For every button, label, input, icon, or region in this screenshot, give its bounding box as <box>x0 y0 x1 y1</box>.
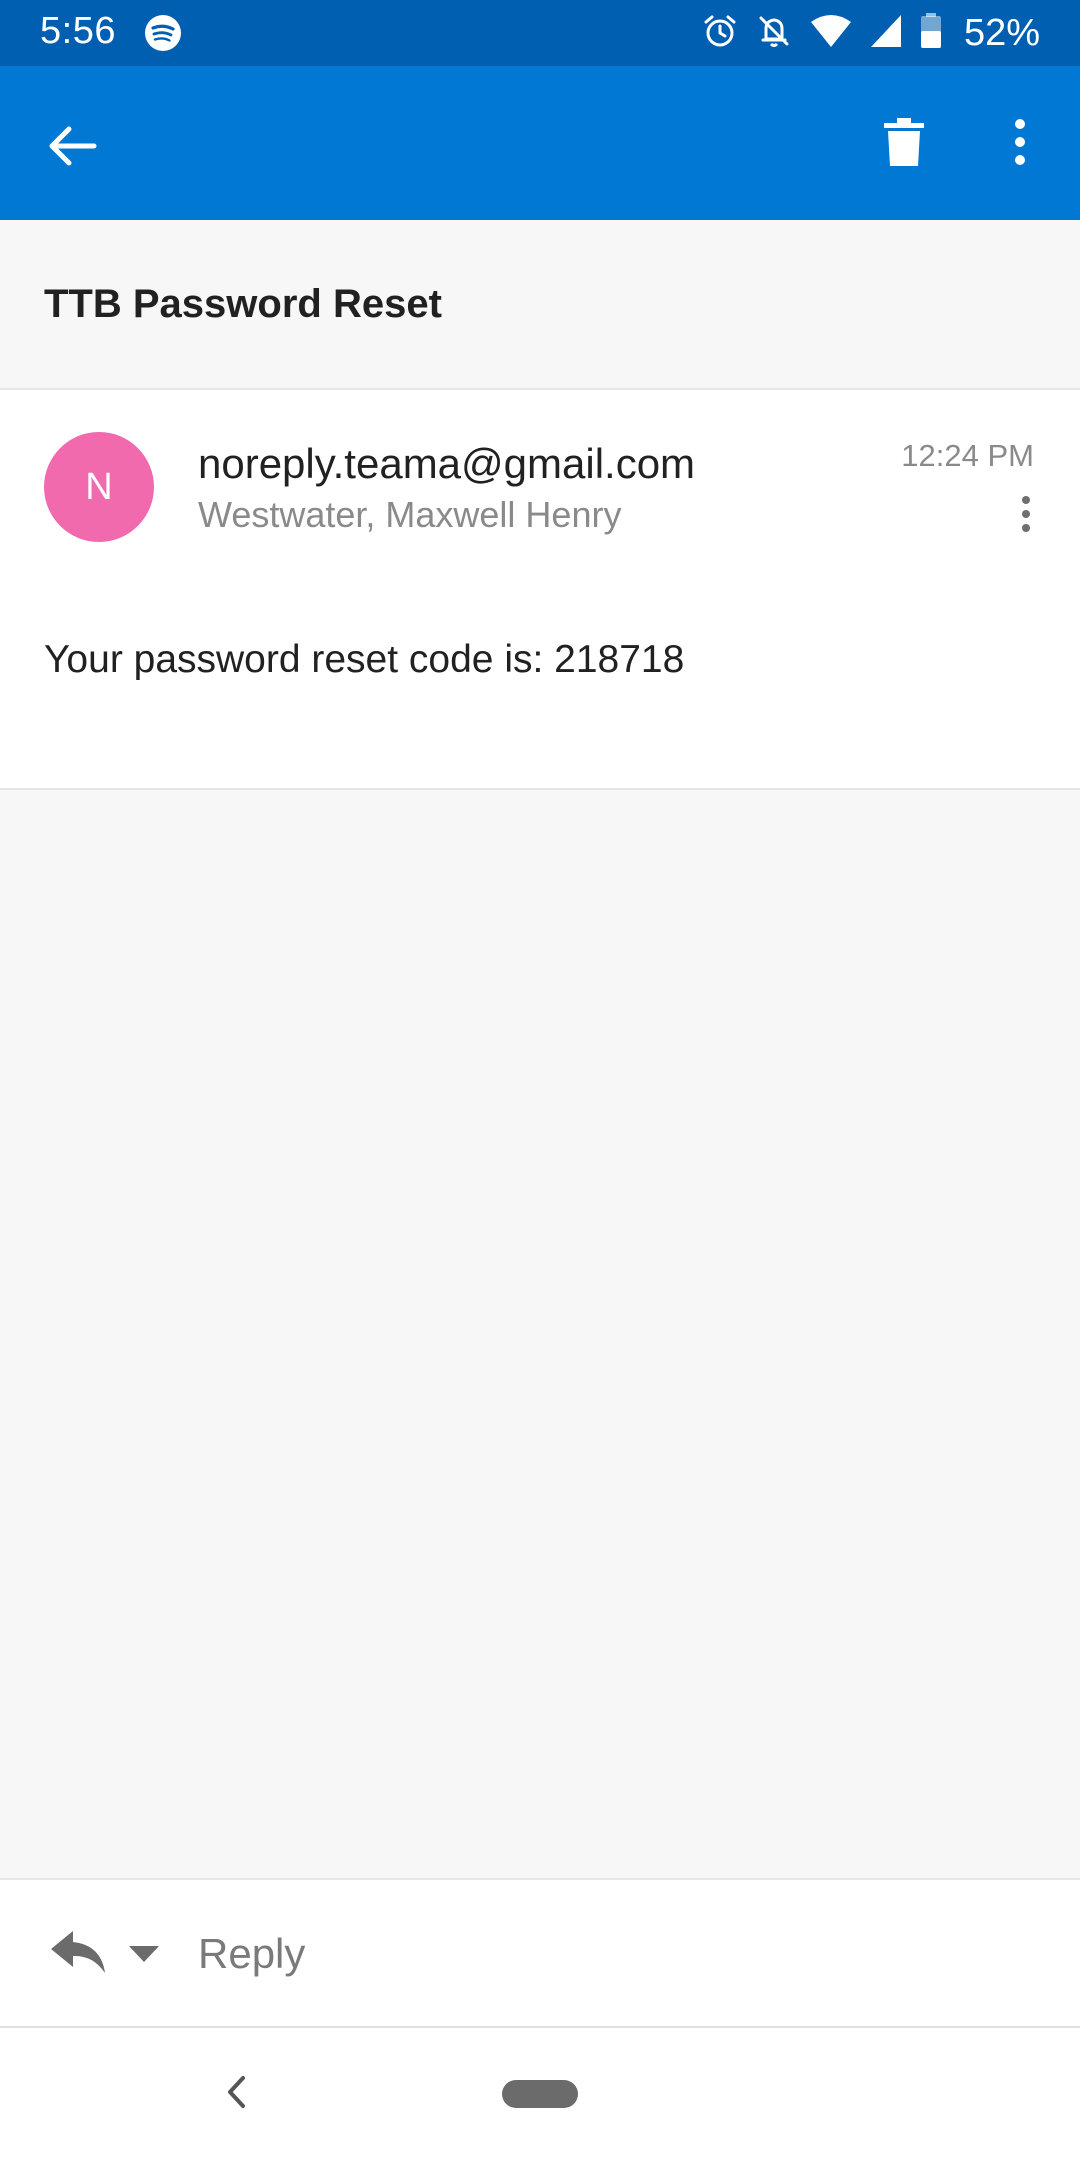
message-more-button[interactable] <box>1006 486 1046 546</box>
message-card: N noreply.teama@gmail.com Westwater, Max… <box>0 390 1080 790</box>
status-time: 5:56 <box>40 10 116 52</box>
app-bar <box>0 66 1080 220</box>
status-icons: 52% <box>702 12 1040 55</box>
caret-down-icon <box>129 1945 159 1967</box>
reply-options-dropdown[interactable] <box>124 1938 164 1974</box>
nav-back-icon <box>225 2075 247 2114</box>
alarm-icon <box>702 13 738 54</box>
status-bar: 5:56 52% <box>0 0 1080 66</box>
spotify-icon <box>144 14 182 52</box>
reply-icon <box>49 1929 107 1980</box>
back-button[interactable] <box>40 116 104 180</box>
avatar-initial: N <box>85 465 113 508</box>
notifications-off-icon <box>756 13 792 54</box>
subject-header: TTB Password Reset <box>0 220 1080 390</box>
signal-icon <box>870 14 902 53</box>
more-options-button[interactable] <box>990 112 1050 176</box>
message-body: Your password reset code is: 218718 <box>44 638 685 681</box>
avatar[interactable]: N <box>44 432 154 542</box>
nav-back-button[interactable] <box>214 2072 258 2116</box>
reply-label[interactable]: Reply <box>198 1930 305 1978</box>
arrow-back-icon <box>47 124 97 173</box>
delete-button[interactable] <box>872 112 936 176</box>
more-vert-icon <box>1020 494 1032 539</box>
recipient-name[interactable]: Westwater, Maxwell Henry <box>198 494 621 536</box>
trash-icon <box>884 117 924 172</box>
navigation-bar <box>0 2028 1080 2160</box>
message-time: 12:24 PM <box>901 438 1034 473</box>
reply-bar: Reply <box>0 1878 1080 2028</box>
more-vert-icon <box>1013 118 1027 171</box>
email-subject: TTB Password Reset <box>44 282 442 326</box>
sender-address[interactable]: noreply.teama@gmail.com <box>198 440 695 488</box>
home-pill-icon[interactable] <box>502 2080 578 2108</box>
battery-icon <box>920 13 942 54</box>
reply-button[interactable] <box>44 1926 112 1982</box>
battery-percent: 52% <box>963 12 1040 54</box>
wifi-icon <box>810 14 852 53</box>
